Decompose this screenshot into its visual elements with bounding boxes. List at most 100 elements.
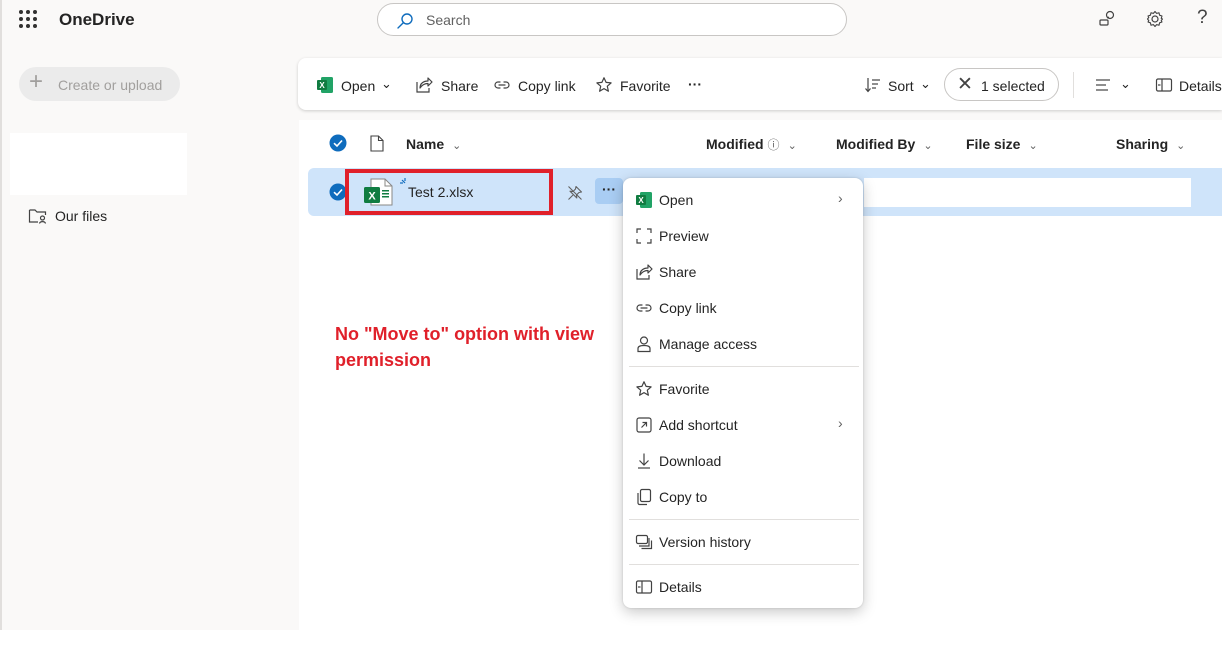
annotation-note: No "Move to" option with view permission (335, 324, 595, 370)
folder-person-icon (28, 209, 47, 224)
top-bar: OneDrive Search ? (2, 0, 1222, 40)
menu-separator (629, 519, 859, 520)
share-command[interactable]: Share (415, 76, 479, 96)
chevron-down-icon: ⌄ (920, 76, 931, 91)
sort-label: Sort (888, 78, 914, 94)
more-icon: ··· (688, 76, 702, 92)
column-header-file-size[interactable]: File size ⌄ (966, 136, 1038, 152)
search-icon (397, 13, 413, 29)
chevron-right-icon: › (838, 415, 843, 431)
sort-icon (865, 78, 880, 93)
person-icon (637, 336, 651, 353)
svg-text:X: X (638, 196, 644, 205)
menu-item-add-shortcut[interactable]: Add shortcut › (623, 408, 863, 442)
menu-item-share[interactable]: Share (623, 255, 863, 289)
context-menu: X Open › Preview Share Copy link Manage … (623, 178, 863, 608)
menu-item-label: Open (659, 192, 694, 208)
column-header-modified[interactable]: Modified ⓘ ⌄ (706, 136, 797, 153)
copy-icon (637, 488, 652, 506)
download-icon (638, 453, 650, 469)
column-modified-by-label: Modified By (836, 136, 916, 152)
chevron-down-icon: ⌄ (1120, 76, 1131, 91)
copy-link-command[interactable]: Copy link (493, 76, 579, 96)
menu-item-label: Add shortcut (659, 417, 738, 433)
menu-item-preview[interactable]: Preview (623, 219, 863, 253)
share-label: Share (441, 78, 479, 94)
open-label: Open (341, 78, 376, 94)
version-history-icon (635, 534, 653, 550)
star-icon (636, 381, 652, 396)
diagnostics-icon[interactable] (1097, 9, 1117, 29)
details-command[interactable]: Details (1155, 76, 1222, 96)
selection-pill[interactable]: ✕ 1 selected (944, 68, 1059, 101)
close-icon[interactable]: ✕ (957, 73, 973, 96)
chevron-right-icon: › (838, 190, 843, 206)
copy-link-label: Copy link (518, 78, 576, 94)
column-modified-label: Modified (706, 136, 764, 152)
selected-count: 1 selected (981, 78, 1045, 94)
star-icon (596, 77, 612, 92)
menu-separator (629, 564, 859, 565)
settings-icon[interactable] (1145, 9, 1165, 29)
help-icon[interactable]: ? (1197, 7, 1208, 29)
chevron-down-icon: ⌄ (1028, 140, 1038, 152)
share-icon (636, 264, 653, 280)
highlight-box (345, 169, 553, 215)
nav-item-label: Our files (55, 208, 108, 224)
file-type-icon[interactable] (370, 135, 384, 152)
row-more-actions-button[interactable]: ··· (595, 178, 623, 204)
menu-item-label: Copy link (659, 300, 717, 316)
chevron-down-icon: ⌄ (381, 76, 392, 91)
details-pane-icon (1155, 78, 1173, 92)
more-icon: ··· (602, 181, 616, 197)
preview-icon (636, 228, 652, 244)
plus-icon: + (29, 68, 44, 95)
create-or-upload-button[interactable]: + Create or upload (19, 67, 180, 101)
details-label: Details (1179, 78, 1222, 94)
excel-icon: X (317, 77, 333, 93)
sort-command[interactable]: Sort ⌄ (864, 76, 934, 96)
search-placeholder: Search (426, 12, 471, 28)
menu-item-label: Share (659, 264, 697, 280)
menu-item-label: Version history (659, 534, 751, 550)
app-title[interactable]: OneDrive (59, 10, 135, 30)
menu-item-label: Download (659, 453, 722, 469)
info-icon: ⓘ (767, 138, 780, 152)
chevron-down-icon: ⌄ (1176, 140, 1186, 152)
link-icon (494, 81, 510, 89)
share-icon (416, 77, 433, 93)
excel-icon: X (636, 192, 652, 208)
menu-item-copy-link[interactable]: Copy link (623, 291, 863, 325)
menu-item-copy-to[interactable]: Copy to (623, 480, 863, 514)
chevron-down-icon: ⌄ (923, 140, 933, 152)
menu-item-label: Details (659, 579, 702, 595)
menu-item-download[interactable]: Download (623, 444, 863, 478)
select-all-checkbox[interactable] (329, 134, 347, 152)
column-sharing-label: Sharing (1116, 136, 1169, 152)
menu-item-label: Copy to (659, 489, 708, 505)
view-list-icon (1096, 79, 1110, 91)
column-header-name[interactable]: Name ⌄ (406, 136, 461, 152)
app-launcher-icon[interactable] (19, 10, 37, 28)
column-header-sharing[interactable]: Sharing ⌄ (1116, 136, 1185, 152)
column-name-label: Name (406, 136, 445, 152)
favorite-command[interactable]: Favorite (595, 76, 671, 96)
menu-item-label: Favorite (659, 381, 710, 397)
open-command[interactable]: X Open ⌄ (316, 76, 396, 96)
link-icon (636, 304, 652, 312)
svg-text:X: X (319, 81, 325, 90)
create-label: Create or upload (58, 77, 163, 93)
pin-icon[interactable] (567, 185, 583, 201)
shortcut-icon (636, 417, 652, 433)
menu-item-details[interactable]: Details (623, 570, 863, 604)
menu-item-open[interactable]: X Open › (623, 183, 863, 217)
menu-item-favorite[interactable]: Favorite (623, 372, 863, 406)
favorite-label: Favorite (620, 78, 671, 94)
column-header-modified-by[interactable]: Modified By ⌄ (836, 136, 933, 152)
view-options-command[interactable]: ⌄ (1094, 76, 1134, 96)
search-box[interactable]: Search (377, 3, 847, 36)
more-commands-button[interactable]: ··· (688, 74, 706, 94)
menu-item-version-history[interactable]: Version history (623, 525, 863, 559)
bottom-strip (0, 630, 1222, 655)
menu-item-manage-access[interactable]: Manage access (623, 327, 863, 361)
